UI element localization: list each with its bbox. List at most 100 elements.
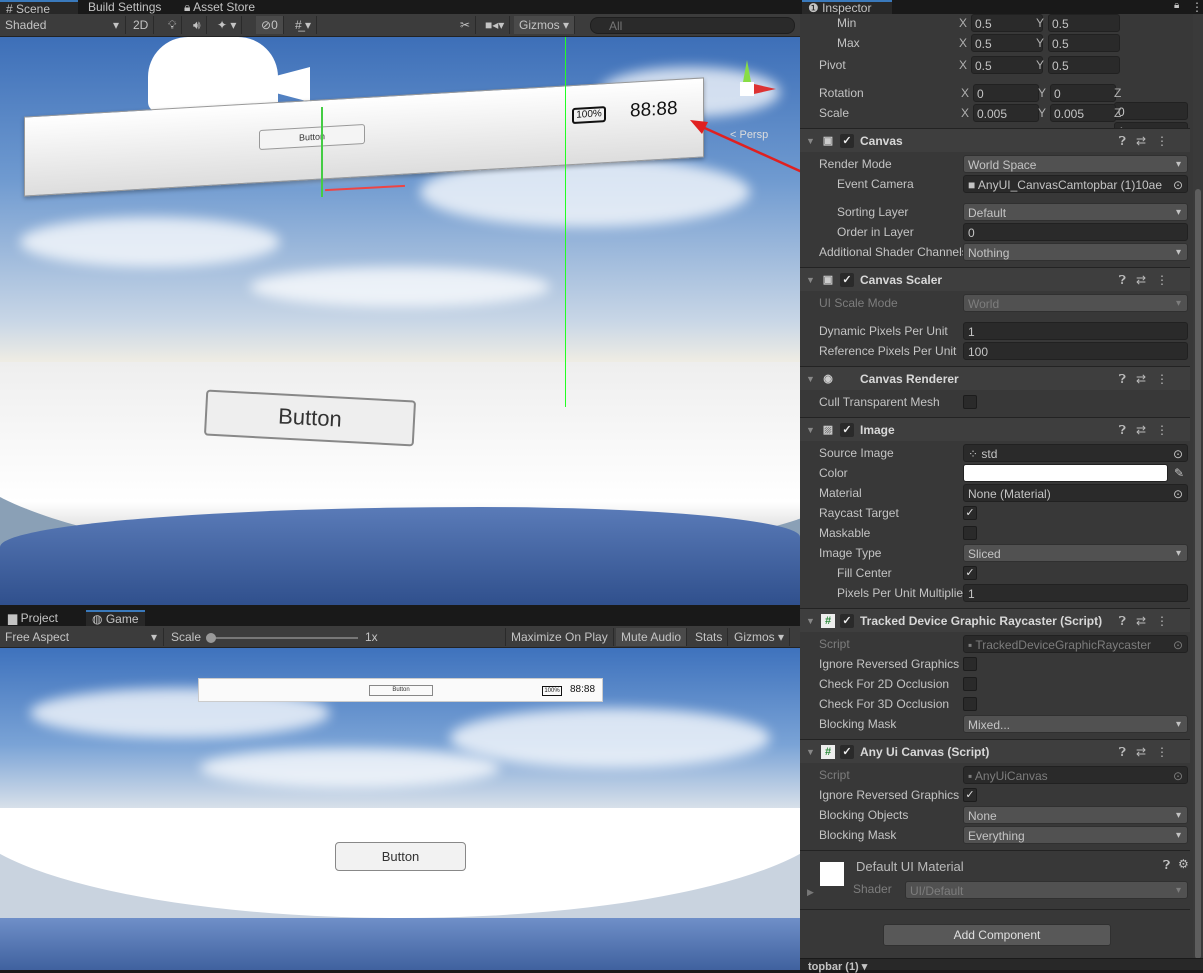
rotation-z-field[interactable]: Z0 (1114, 84, 1190, 120)
maximize-on-play-toggle[interactable]: Maximize On Play (505, 628, 614, 646)
blocking-mask-dropdown[interactable]: Mixed... (963, 715, 1188, 733)
game-gizmos-dropdown[interactable]: Gizmos ▾ (729, 628, 791, 646)
presets-icon[interactable]: ⇄ (1136, 372, 1156, 386)
min-y-field[interactable]: Y 0.5 (1036, 14, 1120, 32)
rotation-y-field[interactable]: Y0 (1038, 84, 1116, 102)
help-icon[interactable]: ❓︎ (1119, 372, 1136, 386)
presets-icon[interactable]: ⇄ (1136, 134, 1156, 148)
inspector-scrollbar[interactable] (1193, 14, 1203, 959)
footer-object-dropdown[interactable]: topbar (1) ▾ (808, 960, 867, 973)
fill-center-checkbox[interactable]: ✓ (963, 566, 977, 580)
enabled-checkbox[interactable]: ✓ (840, 614, 854, 628)
enabled-checkbox[interactable]: ✓ (840, 745, 854, 759)
blocking-mask-dropdown[interactable]: Everything (963, 826, 1188, 844)
scale-slider[interactable] (206, 633, 358, 643)
additional-shader-channels-dropdown[interactable]: Nothing (963, 243, 1188, 261)
pivot-x-field[interactable]: X 0.5 (959, 56, 1043, 74)
game-view[interactable]: Button 100% 88:88 Button (0, 648, 800, 970)
add-component-button[interactable]: Add Component (883, 924, 1111, 946)
scale-y-field[interactable]: Y 0.005 (1038, 104, 1116, 122)
scale-x-field[interactable]: X 0.005 (961, 104, 1039, 122)
foldout-icon[interactable]: ▼ (806, 268, 815, 292)
2d-toggle[interactable]: 2D (128, 16, 155, 34)
max-y-field[interactable]: Y 0.5 (1036, 34, 1120, 52)
more-menu-icon[interactable]: ⋮ (1156, 372, 1178, 386)
more-menu-icon[interactable]: ⋮ (1156, 423, 1178, 437)
shader-dropdown[interactable]: UI/Default (905, 881, 1188, 899)
ignore-reversed-graphics-checkbox[interactable]: ✓ (963, 788, 977, 802)
more-menu-icon[interactable]: ⋮ (1156, 134, 1178, 148)
presets-icon[interactable]: ⇄ (1136, 423, 1156, 437)
material-field[interactable]: None (Material) (963, 484, 1188, 502)
render-mode-dropdown[interactable]: World Space (963, 155, 1188, 173)
check-for-2d-occlusion-checkbox[interactable] (963, 677, 977, 691)
help-icon[interactable]: ❓︎ (1119, 273, 1136, 287)
raycast-target-checkbox[interactable]: ✓ (963, 506, 977, 520)
eyedropper-icon[interactable]: ✎ (1174, 463, 1184, 483)
enabled-checkbox[interactable]: ✓ (840, 134, 854, 148)
aspect-dropdown[interactable]: Free Aspect ▾ (0, 628, 164, 646)
scene-search-input[interactable] (590, 17, 795, 34)
game-large-button[interactable]: Button (335, 842, 466, 871)
min-x-field[interactable]: X 0.5 (959, 14, 1043, 32)
enabled-checkbox[interactable]: ✓ (840, 273, 854, 287)
more-menu-icon[interactable]: ⋮ (1156, 614, 1178, 628)
enabled-checkbox[interactable]: ✓ (840, 423, 854, 437)
pixels-per-unit-multiplier-field[interactable]: 1 (963, 584, 1188, 602)
rotation-x-field[interactable]: X0 (961, 84, 1039, 102)
more-menu-icon[interactable]: ⋮ (1191, 0, 1203, 14)
reference-pixels-per-unit-field[interactable]: 100 (963, 342, 1188, 360)
grid-icon[interactable]: #̲ ▾ (290, 16, 318, 34)
foldout-icon[interactable]: ▼ (806, 609, 815, 633)
more-menu-icon[interactable]: ⋮ (1156, 745, 1178, 759)
expand-icon[interactable]: ▶ (807, 887, 814, 898)
effects-icon[interactable]: ✦ ▾ (212, 16, 243, 34)
help-icon[interactable]: ❓︎ (1163, 858, 1170, 873)
foldout-icon[interactable]: ▼ (806, 418, 815, 442)
cull-transparent-mesh-checkbox[interactable] (963, 395, 977, 409)
tab-game[interactable]: ◍ Game (86, 610, 145, 626)
tab-scene[interactable]: # Scene (0, 0, 78, 16)
camera-icon[interactable]: ■◂▾ (480, 16, 511, 34)
sorting-layer-dropdown[interactable]: Default (963, 203, 1188, 221)
tab-asset-store[interactable]: 🔒︎ Asset Store (178, 0, 261, 14)
help-icon[interactable]: ❓︎ (1119, 745, 1136, 759)
check-for-3d-occlusion-checkbox[interactable] (963, 697, 977, 711)
scene-small-button[interactable]: Button (259, 123, 365, 151)
tab-build-settings[interactable]: Build Settings (82, 0, 167, 14)
hidden-objects-toggle[interactable]: ⊘0 (256, 16, 284, 34)
foldout-icon[interactable]: ▼ (806, 367, 815, 391)
ui-scale-mode-dropdown[interactable]: World (963, 294, 1188, 312)
image-type-dropdown[interactable]: Sliced (963, 544, 1188, 562)
dynamic-pixels-per-unit-field[interactable]: 1 (963, 322, 1188, 340)
maskable-checkbox[interactable] (963, 526, 977, 540)
component-header-any-ui-canvas-script[interactable]: ▼ # ✓ Any Ui Canvas (Script) ❓︎⇄⋮ (800, 739, 1190, 763)
event-camera-field[interactable]: ■ AnyUI_CanvasCamtopbar (1)10ae (963, 175, 1188, 193)
component-header-canvas-renderer[interactable]: ▼ ◉ Canvas Renderer ❓︎⇄⋮ (800, 366, 1190, 390)
script-field[interactable]: ▪ AnyUiCanvas (963, 766, 1188, 784)
max-x-field[interactable]: X 0.5 (959, 34, 1043, 52)
shading-dropdown[interactable]: Shaded ▾ (0, 16, 126, 34)
tools-icon[interactable]: ✂ (455, 16, 477, 34)
lighting-icon[interactable]: 💡︎ (163, 16, 183, 34)
presets-icon[interactable]: ⇄ (1136, 273, 1156, 287)
component-header-canvas[interactable]: ▼ ▣ ✓ Canvas ❓︎⇄⋮ (800, 128, 1190, 152)
help-icon[interactable]: ❓︎ (1119, 423, 1136, 437)
presets-icon[interactable]: ⇄ (1136, 614, 1156, 628)
gizmos-dropdown[interactable]: Gizmos ▾ (514, 16, 576, 34)
lock-icon[interactable]: 🔒︎ (1174, 0, 1179, 11)
source-image-field[interactable]: ⁘ std (963, 444, 1188, 462)
game-small-button[interactable]: Button (369, 685, 433, 696)
foldout-icon[interactable]: ▼ (806, 129, 815, 153)
pivot-y-field[interactable]: Y 0.5 (1036, 56, 1120, 74)
script-field[interactable]: ▪ TrackedDeviceGraphicRaycaster (963, 635, 1188, 653)
tab-inspector[interactable]: ❶ Inspector (802, 0, 892, 14)
component-header-image[interactable]: ▼ ▨ ✓ Image ❓︎⇄⋮ (800, 417, 1190, 441)
help-icon[interactable]: ❓︎ (1119, 614, 1136, 628)
ignore-reversed-graphics-checkbox[interactable] (963, 657, 977, 671)
help-icon[interactable]: ❓︎ (1119, 134, 1136, 148)
component-header-tracked-device-graphic-raycaster-script[interactable]: ▼ # ✓ Tracked Device Graphic Raycaster (… (800, 608, 1190, 632)
order-in-layer-field[interactable]: 0 (963, 223, 1188, 241)
audio-icon[interactable]: 🔊︎ (188, 16, 207, 34)
presets-icon[interactable]: ⇄ (1136, 745, 1156, 759)
